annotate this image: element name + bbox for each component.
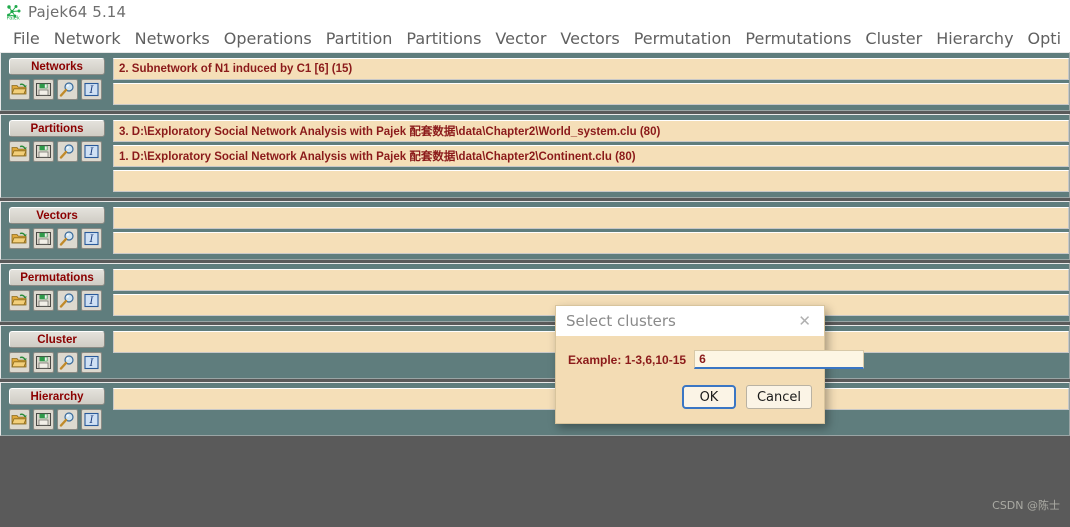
- save-file-icon[interactable]: [33, 352, 54, 373]
- menu-item-network[interactable]: Network: [47, 29, 128, 48]
- open-file-icon[interactable]: [9, 79, 30, 100]
- open-file-icon[interactable]: [9, 228, 30, 249]
- info-italic-icon[interactable]: I: [81, 409, 102, 430]
- list-item[interactable]: [113, 170, 1069, 192]
- panel-networks-list: 2. Subnetwork of N1 induced by C1 [6] (1…: [113, 58, 1069, 105]
- pajek-logo-icon: Pajek: [6, 4, 22, 22]
- dialog-body: Example: 1-3,6,10-15: [556, 336, 865, 375]
- menu-item-cluster[interactable]: Cluster: [858, 29, 929, 48]
- menu-item-operations[interactable]: Operations: [217, 29, 319, 48]
- panel-partitions-list: 3. D:\Exploratory Social Network Analysi…: [113, 120, 1069, 192]
- inspect-magnifier-icon[interactable]: [57, 290, 78, 311]
- info-italic-icon[interactable]: I: [81, 141, 102, 162]
- dialog-footer: OK Cancel: [556, 375, 824, 423]
- list-item[interactable]: 2. Subnetwork of N1 induced by C1 [6] (1…: [113, 58, 1069, 80]
- example-label: Example: 1-3,6,10-15: [568, 352, 687, 367]
- clusters-input[interactable]: [694, 350, 865, 369]
- save-file-icon[interactable]: [33, 290, 54, 311]
- panel-permutations-controls: Permutations I: [1, 269, 113, 316]
- save-file-icon[interactable]: [33, 79, 54, 100]
- inspect-magnifier-icon[interactable]: [57, 409, 78, 430]
- menu-item-permutations[interactable]: Permutations: [738, 29, 858, 48]
- menubar: File Network Networks Operations Partiti…: [0, 24, 1070, 52]
- menu-item-partition[interactable]: Partition: [319, 29, 400, 48]
- info-italic-icon[interactable]: I: [81, 228, 102, 249]
- save-file-icon[interactable]: [33, 141, 54, 162]
- menu-item-vectors[interactable]: Vectors: [553, 29, 626, 48]
- panel-hierarchy-title-button[interactable]: Hierarchy: [9, 388, 105, 405]
- close-icon[interactable]: ✕: [795, 312, 814, 331]
- panel-vectors-list: [113, 207, 1069, 254]
- panel-partitions-icon-row: I: [9, 141, 113, 162]
- panel-permutations-title-button[interactable]: Permutations: [9, 269, 105, 286]
- panel-vectors-icon-row: I: [9, 228, 113, 249]
- panel-vectors: Vectors I: [0, 201, 1070, 260]
- menu-item-hierarchy[interactable]: Hierarchy: [929, 29, 1020, 48]
- list-item[interactable]: [113, 269, 1069, 291]
- inspect-magnifier-icon[interactable]: [57, 141, 78, 162]
- list-item[interactable]: 3. D:\Exploratory Social Network Analysi…: [113, 120, 1069, 142]
- list-item[interactable]: [113, 207, 1069, 229]
- list-item[interactable]: [113, 232, 1069, 254]
- window-title: Pajek64 5.14: [28, 3, 127, 21]
- panel-networks-title-button[interactable]: Networks: [9, 58, 105, 75]
- open-file-icon[interactable]: [9, 290, 30, 311]
- ok-button[interactable]: OK: [681, 385, 736, 409]
- panel-networks-controls: Networks I: [1, 58, 113, 105]
- panel-cluster: Cluster I: [0, 325, 1070, 379]
- menu-item-permutation[interactable]: Permutation: [627, 29, 739, 48]
- save-file-icon[interactable]: [33, 228, 54, 249]
- panel-cluster-title-button[interactable]: Cluster: [9, 331, 105, 348]
- select-clusters-dialog: Select clusters ✕ Example: 1-3,6,10-15 O…: [555, 305, 865, 424]
- menu-item-vector[interactable]: Vector: [488, 29, 553, 48]
- panel-cluster-controls: Cluster I: [1, 331, 113, 373]
- panel-vectors-title-button[interactable]: Vectors: [9, 207, 105, 224]
- cancel-button[interactable]: Cancel: [745, 385, 812, 409]
- window-titlebar: Pajek Pajek64 5.14: [0, 0, 1070, 24]
- svg-text:Pajek: Pajek: [7, 16, 20, 21]
- menu-item-networks[interactable]: Networks: [128, 29, 217, 48]
- menu-item-file[interactable]: File: [6, 29, 47, 48]
- open-file-icon[interactable]: [9, 409, 30, 430]
- menu-item-options[interactable]: Opti: [1021, 29, 1068, 48]
- panel-partitions-title-button[interactable]: Partitions: [9, 120, 105, 137]
- panel-cluster-icon-row: I: [9, 352, 113, 373]
- panel-hierarchy: Hierarchy I: [0, 382, 1070, 436]
- info-italic-icon[interactable]: I: [81, 352, 102, 373]
- dialog-titlebar: Select clusters ✕: [556, 306, 824, 336]
- panel-permutations: Permutations I: [0, 263, 1070, 322]
- panel-hierarchy-controls: Hierarchy I: [1, 388, 113, 430]
- list-item[interactable]: 1. D:\Exploratory Social Network Analysi…: [113, 145, 1069, 167]
- open-file-icon[interactable]: [9, 141, 30, 162]
- panel-permutations-icon-row: I: [9, 290, 113, 311]
- open-file-icon[interactable]: [9, 352, 30, 373]
- menu-item-partitions[interactable]: Partitions: [399, 29, 488, 48]
- panel-partitions: Partitions I 3. D:\Exploratory Social Ne…: [0, 114, 1070, 198]
- panel-networks-icon-row: I: [9, 79, 113, 100]
- panel-networks: Networks I 2. Subnetwork of N1 induced b…: [0, 52, 1070, 111]
- inspect-magnifier-icon[interactable]: [57, 79, 78, 100]
- info-italic-icon[interactable]: I: [81, 79, 102, 100]
- panel-hierarchy-icon-row: I: [9, 409, 113, 430]
- list-item[interactable]: [113, 83, 1069, 105]
- save-file-icon[interactable]: [33, 409, 54, 430]
- main-work-area: Networks I 2. Subnetwork of N1 induced b…: [0, 52, 1070, 527]
- dialog-title: Select clusters: [566, 312, 676, 330]
- panel-vectors-controls: Vectors I: [1, 207, 113, 254]
- info-italic-icon[interactable]: I: [81, 290, 102, 311]
- panel-partitions-controls: Partitions I: [1, 120, 113, 192]
- inspect-magnifier-icon[interactable]: [57, 352, 78, 373]
- inspect-magnifier-icon[interactable]: [57, 228, 78, 249]
